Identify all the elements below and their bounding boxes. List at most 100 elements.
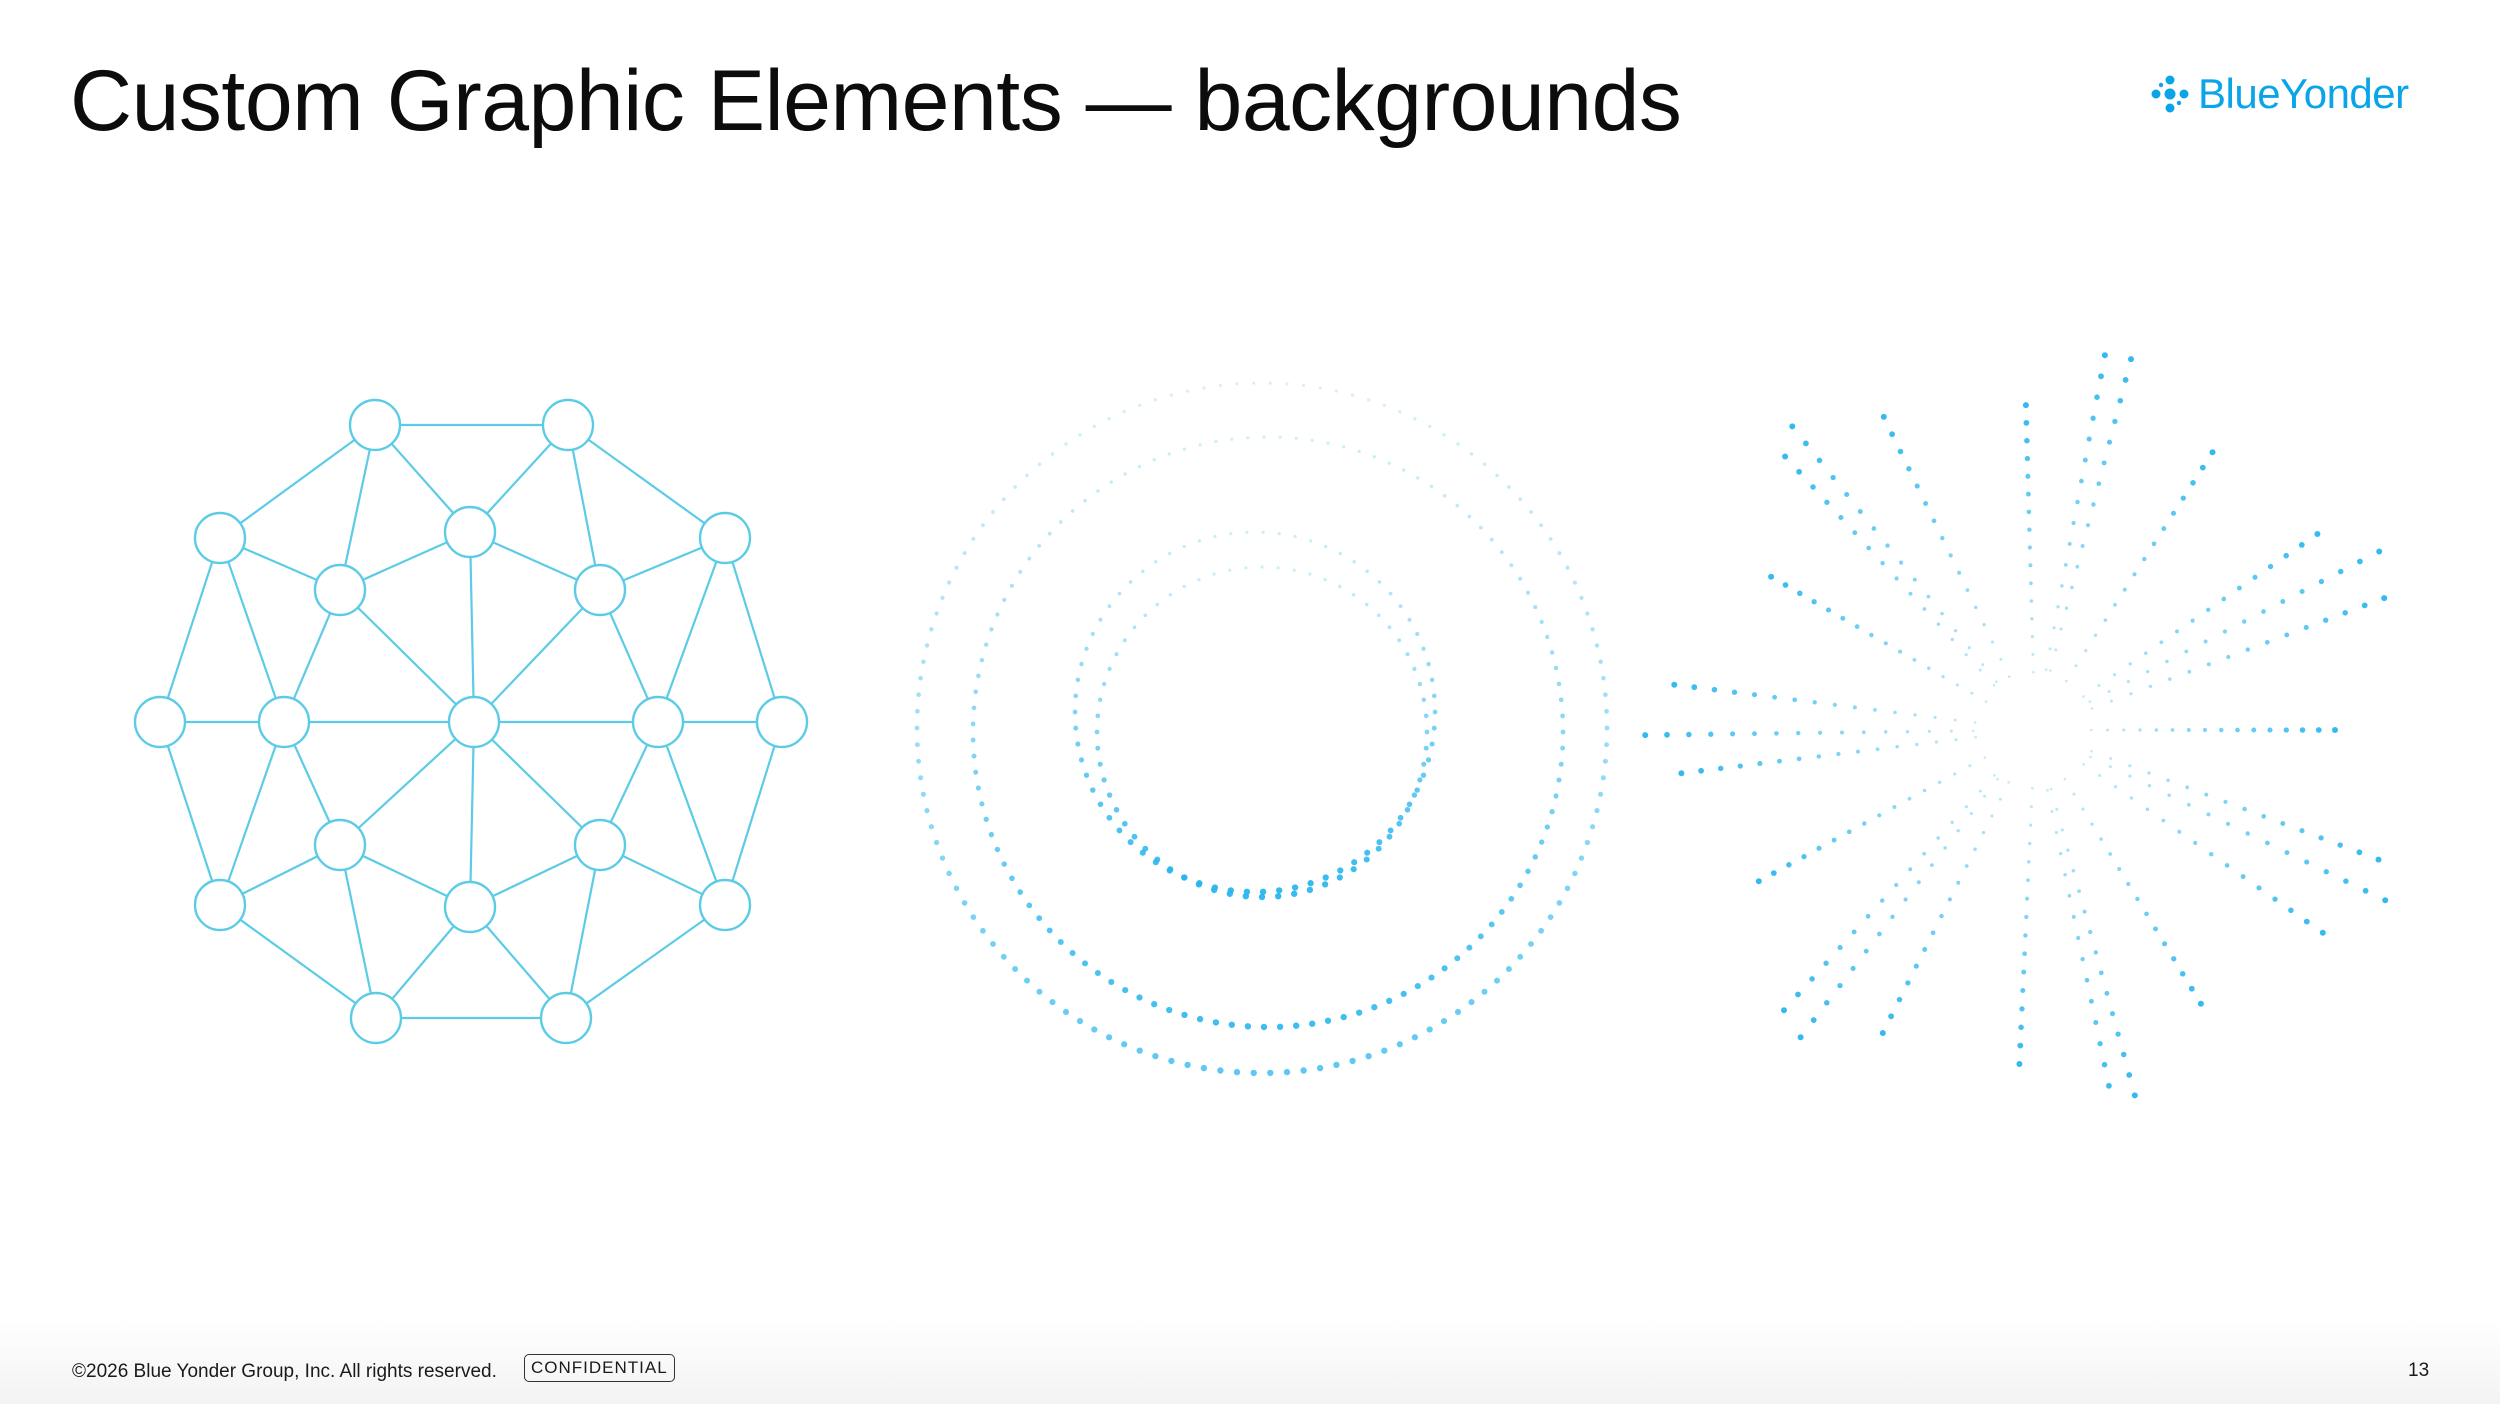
burst-dot: [2171, 956, 2177, 962]
ring-dot: [1132, 625, 1137, 630]
burst-dot: [1956, 829, 1960, 833]
ring-dot: [1340, 1013, 1347, 1021]
burst-dot: [2128, 356, 2134, 363]
ring-dot: [1397, 814, 1404, 821]
ring-dot: [1404, 807, 1411, 813]
burst-dot: [1664, 731, 1670, 738]
ring-dot: [995, 612, 1000, 617]
burst-dot: [2063, 872, 2067, 877]
ring-dot: [1323, 577, 1327, 582]
ring-dot: [1292, 568, 1296, 572]
ring-dot: [1538, 927, 1544, 934]
ring-dot: [1337, 867, 1344, 874]
burst-dot: [1981, 830, 1986, 835]
burst-dot: [2236, 585, 2242, 591]
burst-dot: [1926, 594, 1931, 599]
ring-dot: [1585, 611, 1590, 616]
ring-dot: [1107, 666, 1112, 671]
burst-dot: [1757, 761, 1763, 767]
burst-dot: [1823, 960, 1829, 966]
ring-dot: [1386, 997, 1393, 1005]
ring-dot: [1518, 576, 1523, 581]
mesh-node: [349, 991, 403, 1045]
burst-dot: [2094, 394, 2100, 400]
burst-dot: [1912, 577, 1917, 582]
ring-dot: [1137, 464, 1142, 469]
burst-dot: [1934, 740, 1938, 744]
ring-dot: [1268, 381, 1272, 385]
ring-dot: [1136, 994, 1143, 1001]
burst-dot: [1912, 658, 1917, 662]
burst-dot: [2166, 778, 2170, 782]
ring-dot: [1275, 893, 1282, 900]
ring-dot: [1387, 625, 1392, 630]
burst-dot: [1786, 862, 1792, 868]
ring-dot: [1197, 577, 1201, 582]
ring-dot: [1564, 885, 1571, 892]
ring-dot: [1018, 569, 1023, 574]
mesh-edge: [656, 537, 727, 723]
ring-dot: [1228, 568, 1232, 572]
burst-dot: [2029, 599, 2034, 603]
ring-dot: [1291, 884, 1299, 891]
burst-dot: [2151, 541, 2157, 547]
burst-dot: [2097, 684, 2101, 687]
burst-dot: [2093, 950, 2099, 955]
ring-dot: [1509, 563, 1514, 568]
ring-dot: [1494, 977, 1500, 984]
ring-dot: [1152, 458, 1156, 462]
ring-dot: [1122, 638, 1127, 643]
ring-dot: [953, 885, 960, 892]
burst-dot: [1922, 607, 1927, 611]
burst-dot: [2117, 397, 2124, 404]
burst-dot: [1825, 607, 1832, 613]
mesh-edge: [338, 844, 378, 1019]
ring-dot: [1604, 708, 1609, 714]
burst-dot: [2054, 648, 2058, 652]
ring-dot: [1398, 410, 1402, 414]
burst-dot: [1877, 931, 1882, 937]
ring-dot: [961, 900, 968, 906]
burst-dot: [1852, 705, 1857, 710]
ring-dot: [1167, 452, 1171, 456]
ring-dot: [1078, 433, 1082, 437]
ring-dot: [1556, 681, 1562, 687]
ring-dot: [920, 791, 926, 797]
ring-dot: [1532, 854, 1539, 860]
ring-dot: [962, 551, 967, 556]
ring-dot: [1202, 386, 1206, 390]
ring-dot: [1545, 634, 1550, 640]
burst-dot: [1892, 805, 1897, 809]
ring-dot: [973, 689, 978, 695]
burst-dot: [1796, 468, 1802, 475]
ring-dot: [971, 536, 976, 541]
blue-yonder-logo-icon: [2151, 75, 2189, 113]
ring-dot: [1594, 643, 1600, 648]
burst-dot: [2299, 588, 2305, 595]
ring-dot: [924, 808, 930, 814]
burst-dot: [1698, 767, 1704, 774]
ring-dot: [1229, 531, 1233, 536]
burst-dot: [1818, 730, 1823, 735]
burst-dot: [2028, 563, 2033, 568]
ring-dot: [1075, 741, 1081, 747]
ring-dot: [1214, 439, 1218, 444]
burst-dot: [2120, 1051, 2127, 1058]
burst-dot: [1871, 526, 1877, 531]
ring-dot: [1262, 435, 1266, 439]
ring-dot: [1153, 398, 1158, 402]
burst-dot: [2052, 626, 2056, 630]
burst-dot: [1789, 423, 1796, 430]
burst-dot: [1717, 765, 1724, 772]
burst-dot: [2122, 587, 2127, 592]
ring-dot: [1371, 1004, 1378, 1011]
burst-dot: [2299, 828, 2305, 834]
burst-dot: [2026, 509, 2032, 515]
burst-dot: [1810, 484, 1816, 490]
burst-dot: [1861, 730, 1866, 735]
burst-dot: [2070, 585, 2074, 590]
burst-dot: [2084, 977, 2090, 983]
burst-dot: [1983, 794, 1986, 798]
ring-dot: [1121, 820, 1128, 827]
ring-dot: [1036, 915, 1043, 922]
